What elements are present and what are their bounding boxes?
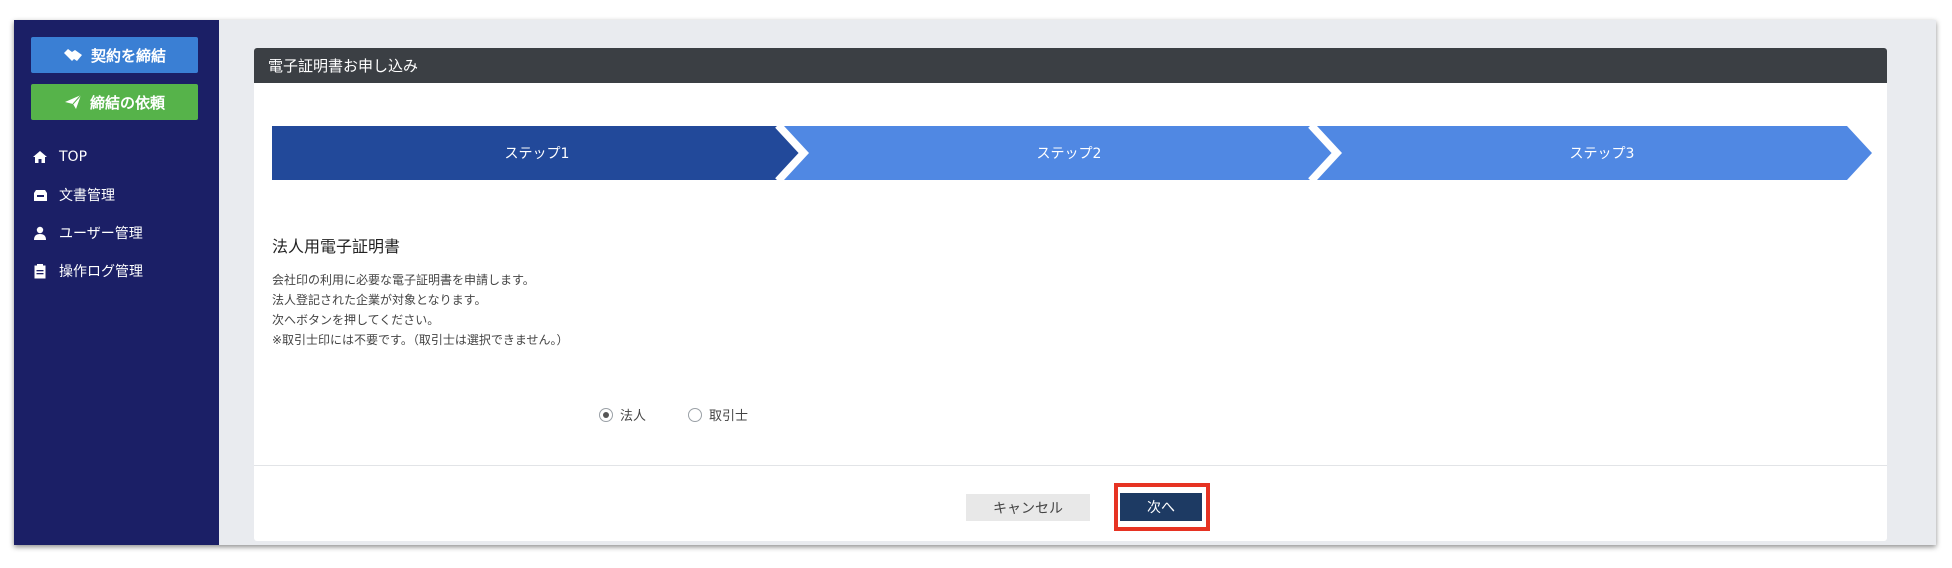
certificate-application-card: 電子証明書お申し込み ステップ1 ステップ2 ステップ3 法人用電子証明書 会社…: [254, 48, 1887, 541]
description-line: 法人登記された企業が対象となります。: [272, 293, 487, 307]
handshake-icon: [63, 49, 82, 61]
radio-corporation[interactable]: 法人: [599, 405, 646, 424]
entity-type-radio-group: 法人 取引士: [599, 405, 790, 424]
contract-button[interactable]: 契約を締結: [31, 37, 198, 73]
sidebar: 契約を締結 締結の依頼 TOP 文書管理 ユーザー管理 操作ログ管理: [14, 20, 219, 545]
description-line: ※取引士印には不要です。（取引士は選択できません。）: [272, 333, 569, 347]
step-3-label: ステップ3: [1570, 146, 1635, 162]
clipboard-icon: [31, 262, 49, 280]
sidebar-item-label: 文書管理: [59, 188, 115, 204]
sidebar-item-top[interactable]: TOP: [31, 138, 143, 176]
sidebar-item-documents[interactable]: 文書管理: [31, 176, 143, 214]
description: 会社印の利用に必要な電子証明書を申請します。 法人登記された企業が対象となります…: [272, 270, 569, 350]
radio-button-unchecked[interactable]: [688, 407, 703, 422]
sidebar-item-label: TOP: [59, 149, 88, 165]
radio-button-checked[interactable]: [599, 407, 613, 422]
description-line: 会社印の利用に必要な電子証明書を申請します。: [272, 273, 535, 287]
sidebar-item-label: ユーザー管理: [59, 226, 143, 242]
section-title: 法人用電子証明書: [272, 237, 401, 256]
sidebar-item-logs[interactable]: 操作ログ管理: [31, 252, 143, 290]
contract-button-label: 契約を締結: [90, 46, 166, 65]
request-button[interactable]: 締結の依頼: [31, 84, 198, 120]
step-progress: ステップ1 ステップ2 ステップ3: [272, 126, 1872, 180]
card-title: 電子証明書お申し込み: [268, 57, 419, 75]
card-header: 電子証明書お申し込み: [254, 48, 1887, 83]
paper-plane-icon: [64, 94, 82, 109]
radio-label: 法人: [620, 409, 647, 424]
cancel-button[interactable]: キャンセル: [966, 494, 1090, 521]
description-line: 次へボタンを押してください。: [272, 313, 440, 327]
app-window: 契約を締結 締結の依頼 TOP 文書管理 ユーザー管理 操作ログ管理 電子証明書…: [14, 20, 1936, 545]
radio-label: 取引士: [709, 409, 749, 424]
sidebar-item-label: 操作ログ管理: [59, 264, 143, 280]
user-icon: [31, 224, 49, 242]
step-2-label: ステップ2: [1037, 146, 1102, 162]
radio-broker[interactable]: 取引士: [688, 405, 748, 424]
sidebar-item-users[interactable]: ユーザー管理: [31, 214, 143, 252]
inbox-icon: [31, 186, 49, 204]
request-button-label: 締結の依頼: [89, 93, 165, 112]
home-icon: [31, 148, 49, 166]
footer-divider: [254, 465, 1887, 466]
sidebar-nav: TOP 文書管理 ユーザー管理 操作ログ管理: [31, 138, 143, 290]
next-button[interactable]: 次へ: [1120, 493, 1202, 521]
step-1-label: ステップ1: [505, 146, 570, 162]
